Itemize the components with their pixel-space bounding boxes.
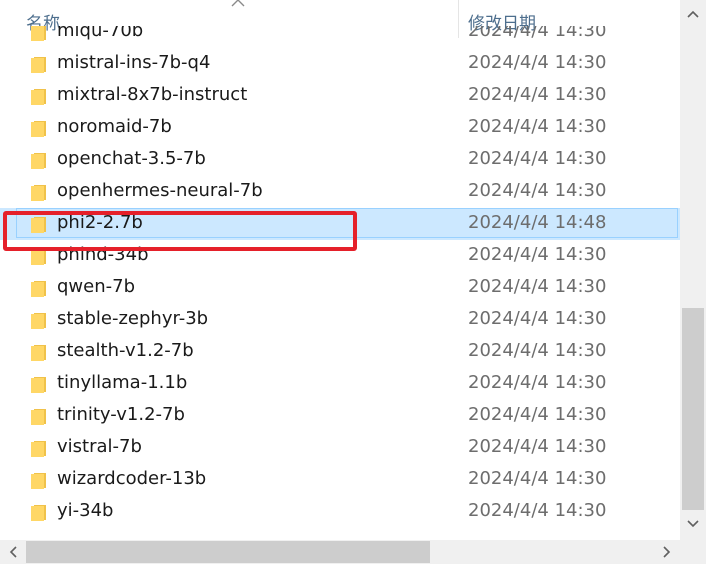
list-item[interactable]: openchat-3.5-7b 2024/4/4 14:30 <box>0 144 680 176</box>
horizontal-scrollbar[interactable] <box>0 540 680 564</box>
modified-date: 2024/4/4 14:30 <box>468 148 607 169</box>
list-item[interactable]: phi2-2.7b 2024/4/4 14:48 <box>0 208 680 240</box>
file-list: miqu-70b 2024/4/4 14:30 mistral-ins-7b-q4 2… <box>0 26 680 539</box>
modified-date: 2024/4/4 14:30 <box>468 468 607 489</box>
list-item[interactable]: stealth-v1.2-7b 2024/4/4 14:30 <box>0 336 680 368</box>
modified-date: 2024/4/4 14:48 <box>468 212 607 233</box>
file-name: phi2-2.7b <box>57 212 143 233</box>
list-item[interactable]: stable-zephyr-3b 2024/4/4 14:30 <box>0 304 680 336</box>
folder-icon <box>31 345 46 361</box>
modified-date: 2024/4/4 14:30 <box>468 500 607 521</box>
list-item[interactable]: wizardcoder-13b 2024/4/4 14:30 <box>0 464 680 496</box>
modified-date: 2024/4/4 14:30 <box>468 52 607 73</box>
folder-icon <box>31 57 46 73</box>
list-item[interactable]: mixtral-8x7b-instruct 2024/4/4 14:30 <box>0 80 680 112</box>
horizontal-scroll-thumb[interactable] <box>26 541 430 563</box>
file-name: openchat-3.5-7b <box>57 148 206 169</box>
folder-icon <box>31 121 46 137</box>
file-name: trinity-v1.2-7b <box>57 404 185 425</box>
modified-date: 2024/4/4 14:30 <box>468 404 607 425</box>
folder-icon <box>31 249 46 265</box>
folder-icon <box>31 505 46 521</box>
file-name: phind-34b <box>57 244 149 265</box>
folder-icon <box>31 473 46 489</box>
file-name: yi-34b <box>57 500 114 521</box>
modified-date: 2024/4/4 14:30 <box>468 244 607 265</box>
modified-date: 2024/4/4 14:30 <box>468 180 607 201</box>
list-item[interactable]: mistral-ins-7b-q4 2024/4/4 14:30 <box>0 48 680 80</box>
file-name: mistral-ins-7b-q4 <box>57 52 211 73</box>
file-name: openhermes-neural-7b <box>57 180 263 201</box>
file-explorer-list: 名称 修改日期 miqu-70b 2024/4/4 14:30 mistral-in… <box>0 0 706 564</box>
vertical-scrollbar[interactable] <box>680 0 706 540</box>
list-item[interactable]: phind-34b 2024/4/4 14:30 <box>0 240 680 272</box>
file-name: mixtral-8x7b-instruct <box>57 84 248 105</box>
file-name: tinyllama-1.1b <box>57 372 188 393</box>
modified-date: 2024/4/4 14:30 <box>468 276 607 297</box>
scrollbar-corner <box>680 540 706 564</box>
file-name: vistral-7b <box>57 436 142 457</box>
scroll-up-icon[interactable] <box>680 2 706 26</box>
folder-icon <box>31 217 46 233</box>
modified-date: 2024/4/4 14:30 <box>468 372 607 393</box>
modified-date: 2024/4/4 14:30 <box>468 116 607 137</box>
folder-icon <box>31 441 46 457</box>
file-name: noromaid-7b <box>57 116 172 137</box>
folder-icon <box>31 281 46 297</box>
scroll-right-icon[interactable] <box>654 540 678 564</box>
folder-icon <box>31 409 46 425</box>
list-item[interactable]: noromaid-7b 2024/4/4 14:30 <box>0 112 680 144</box>
list-item[interactable]: miqu-70b 2024/4/4 14:30 <box>0 26 680 48</box>
scroll-left-icon[interactable] <box>2 540 26 564</box>
list-item[interactable]: tinyllama-1.1b 2024/4/4 14:30 <box>0 368 680 400</box>
modified-date: 2024/4/4 14:30 <box>468 436 607 457</box>
modified-date: 2024/4/4 14:30 <box>468 308 607 329</box>
file-name: qwen-7b <box>57 276 136 297</box>
sort-ascending-icon <box>231 0 245 7</box>
file-name: stable-zephyr-3b <box>57 308 209 329</box>
modified-date: 2024/4/4 14:30 <box>468 26 607 41</box>
file-name: stealth-v1.2-7b <box>57 340 194 361</box>
folder-icon <box>31 185 46 201</box>
list-item[interactable]: trinity-v1.2-7b 2024/4/4 14:30 <box>0 400 680 432</box>
list-item[interactable]: vistral-7b 2024/4/4 14:30 <box>0 432 680 464</box>
folder-icon <box>31 377 46 393</box>
modified-date: 2024/4/4 14:30 <box>468 340 607 361</box>
scroll-down-icon[interactable] <box>680 512 706 536</box>
vertical-scroll-thumb[interactable] <box>682 308 704 510</box>
list-item[interactable]: yi-34b 2024/4/4 14:30 <box>0 496 680 528</box>
folder-icon <box>31 26 46 41</box>
list-item[interactable]: qwen-7b 2024/4/4 14:30 <box>0 272 680 304</box>
file-name: wizardcoder-13b <box>57 468 207 489</box>
file-name: miqu-70b <box>57 26 144 41</box>
folder-icon <box>31 153 46 169</box>
folder-icon <box>31 313 46 329</box>
list-item[interactable]: openhermes-neural-7b 2024/4/4 14:30 <box>0 176 680 208</box>
modified-date: 2024/4/4 14:30 <box>468 84 607 105</box>
folder-icon <box>31 89 46 105</box>
